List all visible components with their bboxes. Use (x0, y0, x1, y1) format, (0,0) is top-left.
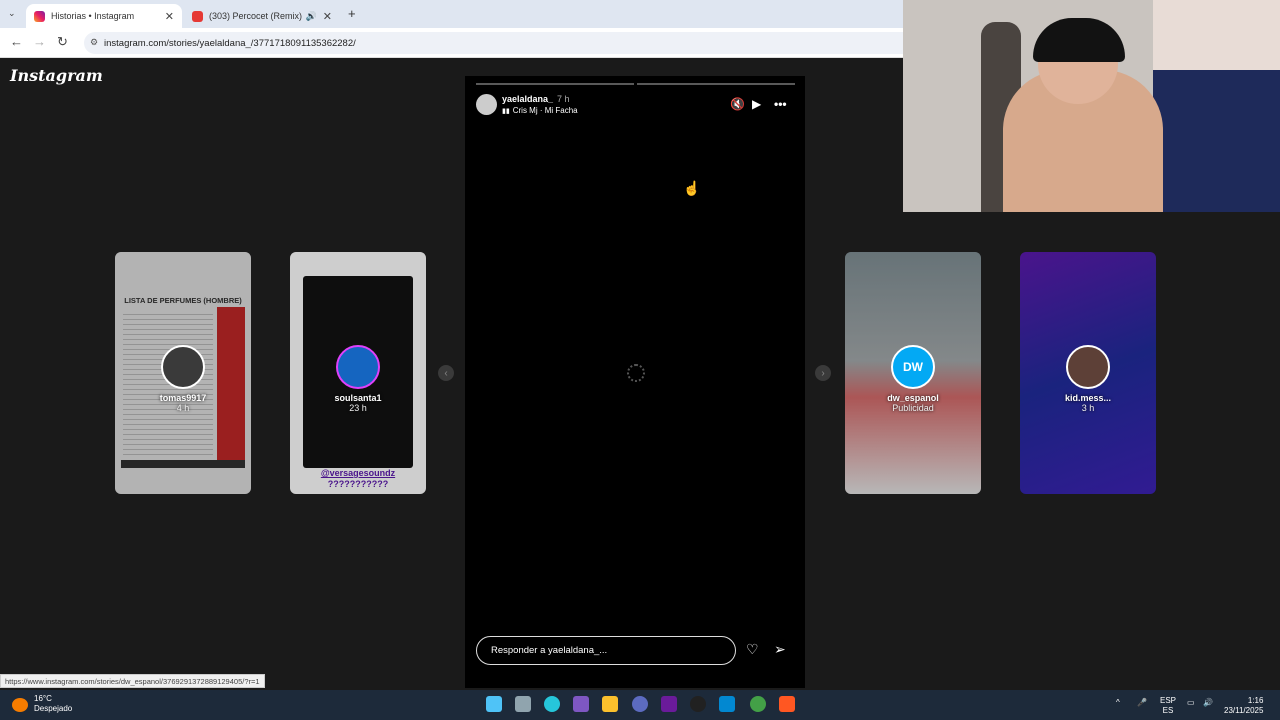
next-story-arrow-icon[interactable]: › (815, 365, 831, 381)
status-bar-url: https://www.instagram.com/stories/dw_esp… (0, 674, 265, 688)
instagram-favicon-icon (34, 10, 45, 22)
share-send-icon[interactable]: ➢ (774, 641, 786, 658)
windows-start-icon[interactable] (486, 696, 502, 712)
site-info-icon[interactable]: ⚙ (90, 37, 98, 48)
story-username[interactable]: yaelaldana_ (502, 94, 553, 104)
hand-cursor-icon: ☝ (683, 180, 701, 196)
tray-overflow-chevron-icon[interactable]: ^ (1116, 698, 1120, 708)
tab-title: Historias • Instagram (51, 11, 135, 21)
card-user: DW dw_espanol Publicidad (845, 345, 981, 413)
wall-decor (1153, 0, 1280, 80)
progress-segment (476, 83, 634, 85)
card-user: kid.mess... 3 h (1020, 345, 1156, 413)
tab-instagram[interactable]: Historias • Instagram ✕ (26, 4, 182, 28)
more-options-icon[interactable]: ••• (774, 97, 787, 111)
lang-bottom: ES (1162, 706, 1174, 715)
dw-avatar: DW (891, 345, 935, 389)
card-username: tomas9917 (159, 393, 207, 403)
reply-placeholder: Responder a yaelaldana_... (491, 645, 608, 656)
steam-icon[interactable] (690, 696, 706, 712)
clock-date: 23/11/2025 (1224, 706, 1264, 715)
story-card-dw-espanol[interactable]: DW dw_espanol Publicidad (845, 252, 981, 494)
forward-arrow-icon[interactable]: → (33, 34, 46, 49)
windows-taskbar: 16°C Despejado ^ 🎤 ESP ES ▭ 🔊 1:16 23/11… (0, 690, 1280, 720)
card-caption: @versagesoundz (320, 468, 396, 478)
loading-spinner-icon (627, 364, 645, 382)
url-text: instagram.com/stories/yaelaldana_/377171… (104, 37, 356, 49)
task-view-icon[interactable] (515, 696, 531, 712)
weather-widget[interactable]: 16°C Despejado (34, 694, 72, 714)
app-icon[interactable] (661, 696, 677, 712)
story-card-kid-mess[interactable]: kid.mess... 3 h (1020, 252, 1156, 494)
avatar (161, 345, 205, 389)
tab-close-icon[interactable]: ✕ (323, 10, 332, 23)
tab-close-icon[interactable]: ✕ (165, 10, 174, 23)
edge-browser-icon[interactable] (544, 696, 560, 712)
blue-sofa (1153, 70, 1280, 212)
like-heart-icon[interactable]: ♡ (746, 641, 759, 658)
active-story[interactable]: yaelaldana_ 7 h ▮▮ Cris Mj · Mi Facha 🔇 ▶ … (465, 76, 805, 688)
weather-desc: Despejado (34, 704, 73, 713)
weather-temp: 16°C (34, 694, 52, 703)
black-cap (1033, 18, 1125, 62)
chrome-icon[interactable] (750, 696, 766, 712)
card-time: 23 h (349, 403, 367, 413)
card-user: tomas9917 4 h (115, 345, 251, 413)
app-icon[interactable] (719, 696, 735, 712)
lang-top: ESP (1160, 696, 1177, 705)
card-time: 3 h (1081, 403, 1095, 413)
webcam-overlay (903, 0, 1280, 212)
tab-youtube[interactable]: (303) Percocet (Remix) - YouTube 🔊 ✕ (184, 4, 340, 28)
back-arrow-icon[interactable]: ← (10, 34, 23, 49)
new-tab-button[interactable]: + (348, 6, 356, 21)
card-username: kid.mess... (1064, 393, 1112, 403)
language-indicator[interactable]: ESP ES (1160, 696, 1176, 716)
weather-icon[interactable] (12, 698, 28, 712)
clock[interactable]: 1:16 23/11/2025 (1224, 696, 1263, 716)
story-song-text: Cris Mj · Mi Facha (512, 106, 578, 115)
clock-time: 1:16 (1247, 696, 1264, 705)
card-user: soulsanta1 23 h (290, 345, 426, 413)
brave-icon[interactable] (779, 696, 795, 712)
story-avatar[interactable] (476, 94, 497, 115)
youtube-favicon-icon (192, 10, 203, 22)
card-sponsored-label: Publicidad (892, 403, 934, 413)
music-bars-icon: ▮▮ (502, 108, 510, 115)
network-icon[interactable]: ▭ (1187, 698, 1195, 708)
microphone-icon[interactable]: 🎤 (1137, 698, 1147, 708)
story-progress-bars (476, 83, 795, 85)
play-icon[interactable]: ▶ (752, 97, 761, 111)
story-card-soulsanta1[interactable]: soulsanta1 23 h @versagesoundz ?????????… (290, 252, 426, 494)
audio-playing-icon[interactable]: 🔊 (306, 11, 317, 22)
previous-story-arrow-icon[interactable]: ‹ (438, 365, 454, 381)
discord-icon[interactable] (632, 696, 648, 712)
avatar (336, 345, 380, 389)
tab-title: (303) Percocet (Remix) - YouTube (209, 11, 302, 21)
story-time: 7 h (557, 94, 570, 104)
card-username: soulsanta1 (334, 393, 382, 403)
file-explorer-icon[interactable] (602, 696, 618, 712)
story-user-line: yaelaldana_ 7 h (502, 94, 570, 104)
card-caption-2: ??????????? (327, 479, 389, 489)
instagram-logo[interactable]: Instagram (10, 66, 103, 85)
volume-icon[interactable]: 🔊 (1203, 698, 1213, 708)
card-username: dw_espanol (887, 393, 939, 403)
teams-icon[interactable] (573, 696, 589, 712)
mute-icon[interactable]: 🔇 (730, 97, 745, 111)
story-song[interactable]: ▮▮ Cris Mj · Mi Facha (502, 106, 578, 115)
progress-segment (637, 83, 795, 85)
story-header: yaelaldana_ 7 h ▮▮ Cris Mj · Mi Facha 🔇 ▶ … (476, 94, 796, 118)
reply-input[interactable]: Responder a yaelaldana_... (476, 636, 736, 665)
avatar (1066, 345, 1110, 389)
card-time: 4 h (176, 403, 190, 413)
tab-list-chevron-icon[interactable]: ⌄ (8, 8, 16, 19)
reload-icon[interactable]: ↻ (57, 34, 68, 50)
story-card-tomas9917[interactable]: LISTA DE PERFUMES (HOMBRE) tomas9917 4 h (115, 252, 251, 494)
